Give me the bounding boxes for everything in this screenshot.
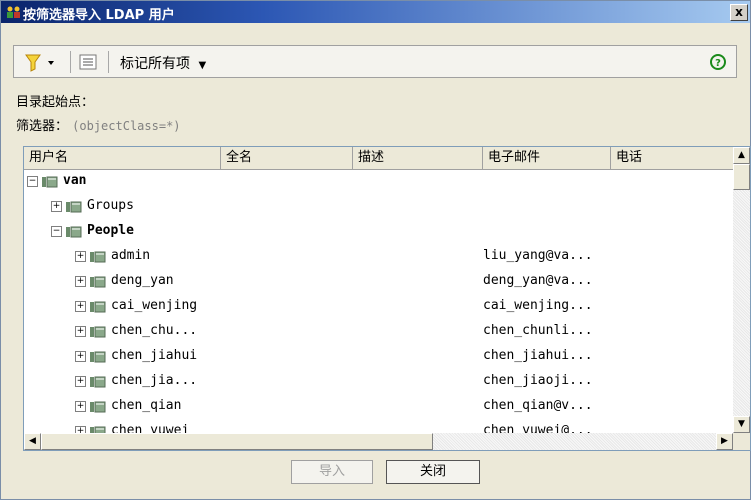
column-fullname[interactable]: 全名: [221, 147, 353, 169]
folder-icon: [89, 324, 106, 338]
import-button[interactable]: 导入: [291, 460, 373, 484]
folder-icon: [41, 174, 58, 188]
scroll-up-icon[interactable]: ▲: [733, 147, 750, 164]
folder-icon: [89, 299, 106, 313]
tree-item-label: chen_yuwei: [111, 423, 190, 433]
user-table: 用户名 全名 描述 电子邮件 电话 − van + Groups − People + adm…: [23, 146, 751, 451]
tree-row[interactable]: + admin liu_yang@va...: [24, 245, 733, 270]
toolbar: 标记所有项 ▼ ?: [13, 45, 737, 78]
table-body: − van + Groups − People + admin liu_yang@va... + d…: [24, 170, 733, 433]
column-description[interactable]: 描述: [353, 147, 483, 169]
tree-row[interactable]: + chen_chu... chen_chunli...: [24, 320, 733, 345]
collapse-icon[interactable]: −: [27, 176, 38, 187]
chevron-down-icon: ▼: [198, 60, 207, 71]
tree-item-label: chen_jiahui: [111, 348, 198, 363]
email-cell: chen_jiaoji...: [483, 373, 593, 388]
tree-row[interactable]: + cai_wenjing cai_wenjing...: [24, 295, 733, 320]
scroll-right-icon[interactable]: ▶: [716, 433, 733, 450]
filter-label: 筛选器：: [16, 119, 69, 134]
tree-item-label: deng_yan: [111, 273, 174, 288]
folder-icon: [89, 274, 106, 288]
tree-row[interactable]: − van: [24, 170, 733, 195]
expand-icon[interactable]: +: [51, 201, 62, 212]
root-label: 目录起始点：: [16, 95, 95, 110]
tree-row[interactable]: + chen_qian chen_qian@v...: [24, 395, 733, 420]
expand-icon[interactable]: +: [75, 251, 86, 262]
tree-item-label: admin: [111, 248, 151, 263]
window-title: 按筛选器导入 LDAP 用户: [23, 8, 175, 23]
vertical-scroll-thumb[interactable]: [733, 164, 750, 190]
close-window-button[interactable]: x: [730, 4, 748, 21]
collapse-icon[interactable]: −: [51, 226, 62, 237]
filter-field: 筛选器： (objectClass=*): [16, 115, 181, 134]
email-cell: chen_yuwei@...: [483, 423, 593, 433]
tree-row[interactable]: + Groups: [24, 195, 733, 220]
column-email[interactable]: 电子邮件: [483, 147, 611, 169]
expand-icon[interactable]: +: [75, 376, 86, 387]
expand-icon[interactable]: +: [75, 301, 86, 312]
dialog-window: 按筛选器导入 LDAP 用户 x 标记所有项 ▼ ? 目录起始点： 筛选器： (…: [0, 0, 751, 500]
folder-icon: [89, 424, 106, 433]
svg-text:?: ?: [715, 58, 721, 69]
tree-item-label: cai_wenjing: [111, 298, 198, 313]
folder-icon: [89, 374, 106, 388]
list-view-icon[interactable]: [79, 54, 97, 70]
filter-dropdown-icon[interactable]: [24, 53, 64, 73]
mark-all-menu[interactable]: 标记所有项 ▼: [120, 53, 206, 73]
title-bar[interactable]: 按筛选器导入 LDAP 用户 x: [1, 1, 750, 23]
column-username[interactable]: 用户名: [24, 147, 221, 169]
toolbar-separator: [70, 51, 71, 73]
folder-icon: [65, 199, 82, 213]
tree-item-label: van: [63, 173, 87, 188]
folder-icon: [65, 224, 82, 238]
email-cell: chen_qian@v...: [483, 398, 593, 413]
toolbar-separator: [108, 51, 109, 73]
folder-icon: [89, 249, 106, 263]
email-cell: chen_chunli...: [483, 323, 593, 338]
folder-icon: [89, 349, 106, 363]
root-field: 目录起始点：: [16, 91, 94, 110]
email-cell: deng_yan@va...: [483, 273, 593, 288]
mark-all-label: 标记所有项: [120, 56, 190, 72]
email-cell: liu_yang@va...: [483, 248, 593, 263]
tree-item-label: chen_jia...: [111, 373, 198, 388]
expand-icon[interactable]: +: [75, 351, 86, 362]
scroll-down-icon[interactable]: ▼: [733, 416, 750, 433]
scrollbar-corner: [733, 433, 750, 450]
help-icon[interactable]: ?: [710, 54, 726, 70]
close-button[interactable]: 关闭: [386, 460, 480, 484]
tree-item-label: Groups: [87, 198, 134, 213]
filter-value: (objectClass=*): [72, 119, 181, 133]
horizontal-scrollbar[interactable]: ◀ ▶: [24, 433, 733, 450]
expand-icon[interactable]: +: [75, 401, 86, 412]
tree-row[interactable]: + chen_jia... chen_jiaoji...: [24, 370, 733, 395]
users-icon: [7, 6, 20, 18]
folder-icon: [89, 399, 106, 413]
column-phone[interactable]: 电话: [611, 147, 734, 169]
expand-icon[interactable]: +: [75, 276, 86, 287]
email-cell: chen_jiahui...: [483, 348, 593, 363]
tree-row[interactable]: + chen_yuwei chen_yuwei@...: [24, 420, 733, 433]
tree-item-label: chen_qian: [111, 398, 182, 413]
tree-item-label: chen_chu...: [111, 323, 198, 338]
scroll-left-icon[interactable]: ◀: [24, 433, 41, 450]
horizontal-scroll-thumb[interactable]: [41, 433, 433, 450]
tree-item-label: People: [87, 223, 134, 238]
email-cell: cai_wenjing...: [483, 298, 593, 313]
table-header: 用户名 全名 描述 电子邮件 电话: [24, 147, 733, 170]
tree-row[interactable]: − People: [24, 220, 733, 245]
expand-icon[interactable]: +: [75, 426, 86, 433]
tree-row[interactable]: + deng_yan deng_yan@va...: [24, 270, 733, 295]
tree-row[interactable]: + chen_jiahui chen_jiahui...: [24, 345, 733, 370]
expand-icon[interactable]: +: [75, 326, 86, 337]
vertical-scrollbar[interactable]: ▲ ▼: [733, 147, 750, 433]
